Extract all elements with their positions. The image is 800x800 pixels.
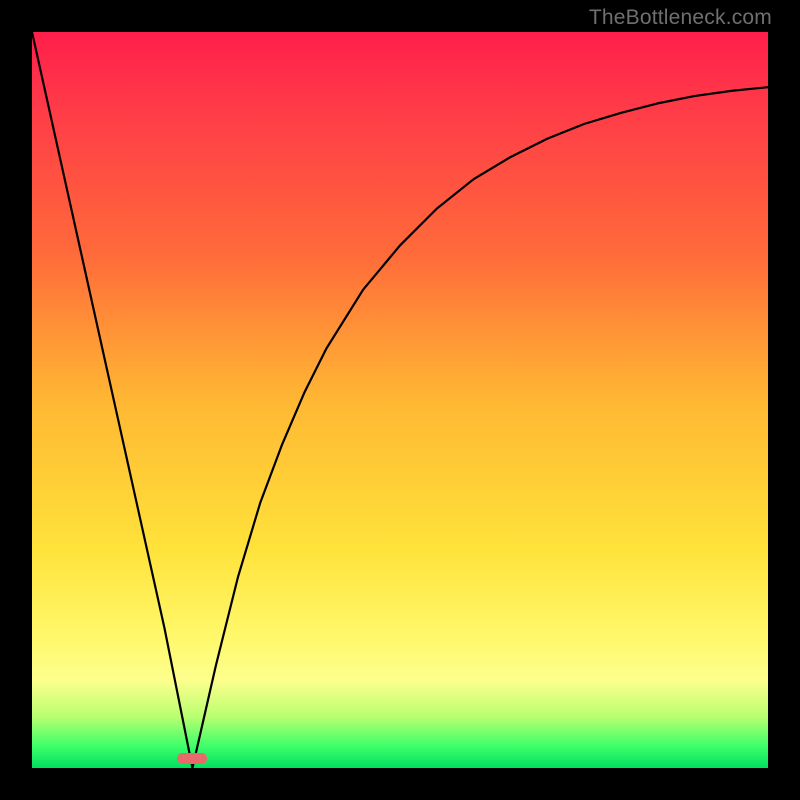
optimal-point-marker: [177, 753, 207, 764]
plot-area: [32, 32, 768, 768]
watermark-text: TheBottleneck.com: [589, 6, 772, 30]
chart-frame: TheBottleneck.com: [0, 0, 800, 800]
bottleneck-curve: [32, 32, 768, 768]
